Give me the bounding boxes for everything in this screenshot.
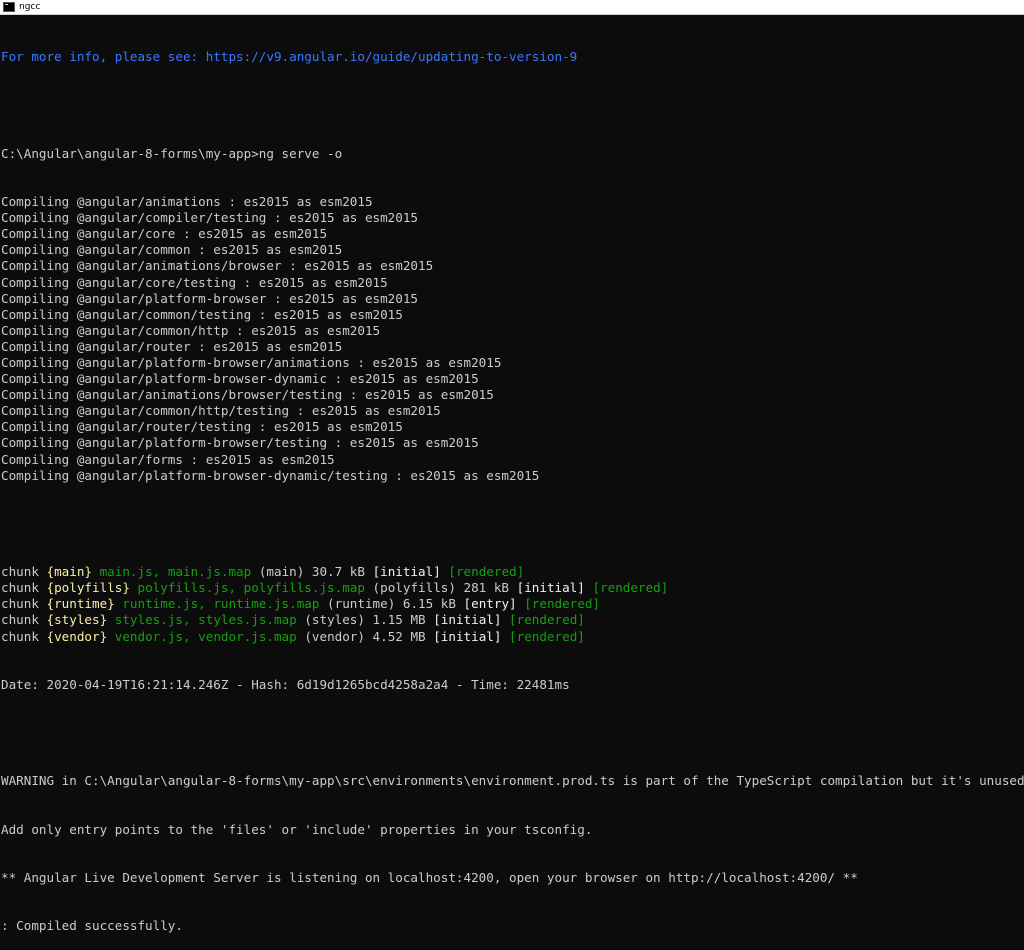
server-status-line: ** Angular Live Development Server is li… <box>1 869 858 885</box>
chunk-line: chunk {vendor} vendor.js, vendor.js.map … <box>1 629 1024 645</box>
compiling-line: Compiling @angular/animations/browser/te… <box>1 387 494 403</box>
chunk-name: {styles} <box>46 612 108 628</box>
compiling-line: Compiling @angular/animations : es2015 a… <box>1 194 373 210</box>
build-summary-line: Date: 2020-04-19T16:21:14.246Z - Hash: 6… <box>1 676 570 692</box>
compiling-line: Compiling @angular/core/testing : es2015… <box>1 274 388 290</box>
chunk-line: chunk {runtime} runtime.js, runtime.js.m… <box>1 596 1024 612</box>
chunk-tag: [initial] <box>433 612 502 628</box>
chunk-info: (runtime) 6.15 kB <box>319 596 464 612</box>
chunk-files: vendor.js, vendor.js.map <box>107 628 297 644</box>
chunk-tag: [initial] <box>372 564 441 580</box>
compiling-line: Compiling @angular/common/testing : es20… <box>1 306 403 322</box>
chunk-line: chunk {main} main.js, main.js.map (main)… <box>1 564 1024 580</box>
chunk-status: [rendered] <box>501 628 585 644</box>
chunk-line: chunk {styles} styles.js, styles.js.map … <box>1 612 1024 628</box>
chunk-name: {vendor} <box>46 628 108 644</box>
chunk-prefix: chunk <box>1 564 47 580</box>
chunk-name: {main} <box>46 564 93 580</box>
chunk-files: polyfills.js, polyfills.js.map <box>129 580 365 596</box>
chunk-status: [rendered] <box>440 564 525 580</box>
compiling-line: Compiling @angular/forms : es2015 as esm… <box>1 451 335 467</box>
chunk-files: runtime.js, runtime.js.map <box>114 596 320 612</box>
chunk-prefix: chunk <box>1 628 47 644</box>
warning-line: WARNING in C:\Angular\angular-8-forms\my… <box>1 773 1024 789</box>
warning-hint-line: Add only entry points to the 'files' or … <box>1 821 593 837</box>
compiling-line: Compiling @angular/animations/browser : … <box>1 258 434 274</box>
chunk-info: (main) 30.7 kB <box>251 564 373 580</box>
chunk-tag: [initial] <box>433 628 502 644</box>
compiling-line: Compiling @angular/platform-browser-dyna… <box>1 371 479 387</box>
chunk-status: [rendered] <box>584 580 669 596</box>
compiling-line: Compiling @angular/router/testing : es20… <box>1 419 403 435</box>
chunk-status: [rendered] <box>516 596 601 612</box>
compiling-line: Compiling @angular/core : es2015 as esm2… <box>1 226 328 242</box>
terminal-output[interactable]: For more info, please see: https://v9.an… <box>0 15 1024 950</box>
chunk-line: chunk {polyfills} polyfills.js, polyfill… <box>1 580 1024 596</box>
chunk-info: (polyfills) 281 kB <box>364 580 517 596</box>
chunk-name: {polyfills} <box>46 580 130 596</box>
info-line: For more info, please see: https://v9.an… <box>1 49 578 65</box>
chunk-files: styles.js, styles.js.map <box>107 612 297 628</box>
compiling-line: Compiling @angular/common/http : es2015 … <box>1 322 381 338</box>
compiling-line: Compiling @angular/platform-browser-dyna… <box>1 467 540 483</box>
command-prompt: C:\Angular\angular-8-forms\my-app>ng ser… <box>1 145 343 161</box>
window-title: ngcc <box>19 2 41 12</box>
window-titlebar[interactable]: ngcc <box>0 0 1024 15</box>
compiled-status-line: : Compiled successfully. <box>1 918 183 934</box>
compiling-list: Compiling @angular/animations : es2015 a… <box>1 194 1024 484</box>
compiling-line: Compiling @angular/common : es2015 as es… <box>1 242 343 258</box>
chunk-prefix: chunk <box>1 596 47 612</box>
compiling-line: Compiling @angular/common/http/testing :… <box>1 403 441 419</box>
chunk-status: [rendered] <box>501 612 585 628</box>
chunk-tag: [entry] <box>463 596 517 612</box>
chunk-info: (vendor) 4.52 MB <box>296 628 434 644</box>
compiling-line: Compiling @angular/router : es2015 as es… <box>1 338 343 354</box>
chunk-tag: [initial] <box>516 580 585 596</box>
compiling-line: Compiling @angular/compiler/testing : es… <box>1 210 419 226</box>
chunk-prefix: chunk <box>1 580 47 596</box>
chunk-files: main.js, main.js.map <box>92 564 252 580</box>
chunk-info: (styles) 1.15 MB <box>296 612 434 628</box>
chunk-list: chunk {main} main.js, main.js.map (main)… <box>1 564 1024 644</box>
chunk-name: {runtime} <box>46 596 115 612</box>
console-icon <box>3 2 15 12</box>
compiling-line: Compiling @angular/platform-browser : es… <box>1 290 419 306</box>
compiling-line: Compiling @angular/platform-browser/anim… <box>1 354 502 370</box>
compiling-line: Compiling @angular/platform-browser/test… <box>1 435 479 451</box>
chunk-prefix: chunk <box>1 612 47 628</box>
